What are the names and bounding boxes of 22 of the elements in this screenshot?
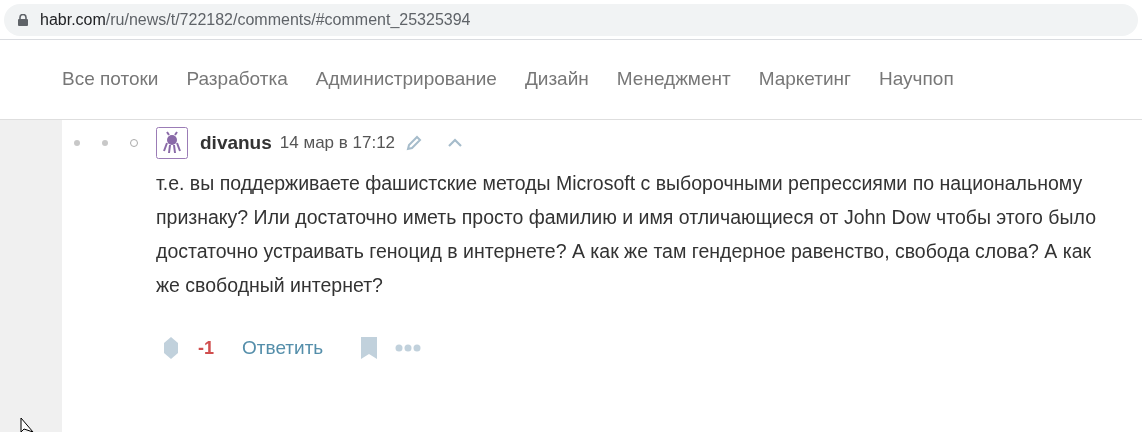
url-text: habr.com/ru/news/t/722182/comments/#comment_25325394 xyxy=(40,9,471,30)
nav-link[interactable]: Все потоки xyxy=(62,65,159,94)
vote-icon[interactable] xyxy=(164,337,178,360)
nav-link[interactable]: Маркетинг xyxy=(758,65,852,94)
nav-link[interactable]: Научпоп xyxy=(879,65,954,94)
nav-link[interactable]: Дизайн xyxy=(524,65,589,94)
chevron-up-icon[interactable] xyxy=(447,138,464,148)
nav-link[interactable]: Менеджмент xyxy=(616,65,731,94)
pencil-icon[interactable] xyxy=(405,134,424,152)
address-bar[interactable]: habr.com/ru/news/t/722182/comments/#comment_25325394 xyxy=(4,3,1138,36)
comment-text: т.е. вы поддерживаете фашистские методы Microsoft с выборочными репрессиями по национальному признаку? Или достаточно иметь просто фамилию и имя отличающиеся от John Dow чтобы этого было достаточно устраивать геноцид в интернете? А как же там гендерное равенство, свобода слова? А как же свободный интернет? xyxy=(156,171,1096,298)
cursor-icon xyxy=(20,418,34,432)
reply-link[interactable]: Ответить xyxy=(242,334,324,363)
nav-link[interactable]: Разработка xyxy=(186,65,288,94)
bookmark-icon[interactable] xyxy=(361,337,378,360)
more-icon[interactable] xyxy=(395,344,422,353)
vote-score: -1 xyxy=(198,336,214,360)
comment-time: 14 мар в 17:12 xyxy=(279,132,396,155)
lock-icon xyxy=(18,13,28,26)
avatar-icon xyxy=(156,127,188,159)
nav-link[interactable]: Администрирование xyxy=(315,65,497,94)
author-name[interactable]: divanus xyxy=(200,128,272,158)
